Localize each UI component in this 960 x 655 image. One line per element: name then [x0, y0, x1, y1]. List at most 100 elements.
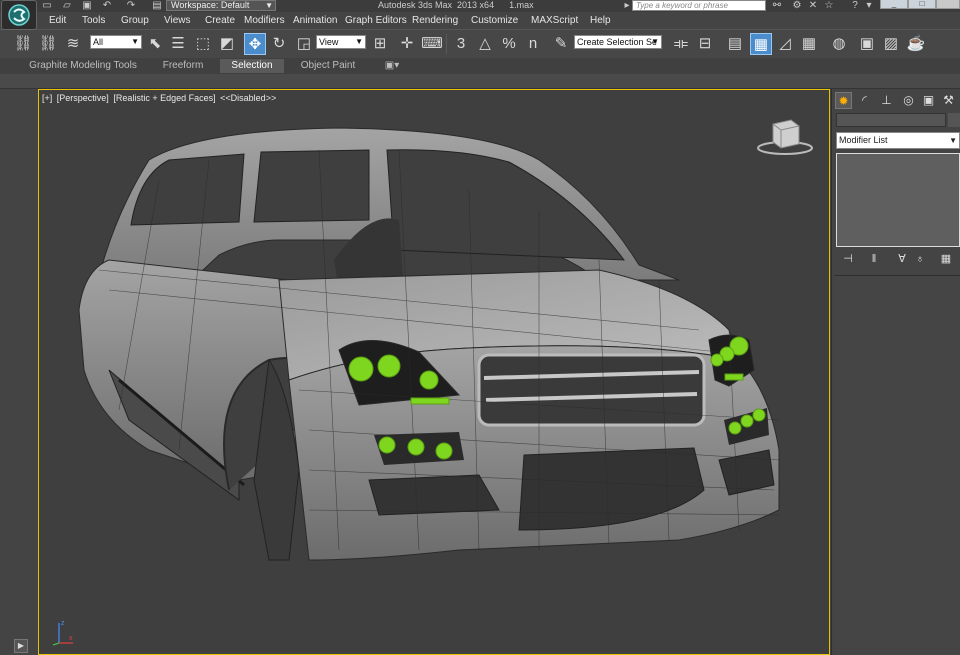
viewcube[interactable]	[757, 116, 813, 159]
undo-icon[interactable]: ↶	[100, 0, 114, 11]
select-and-rotate-icon[interactable]: ↻	[268, 33, 290, 55]
favorites-star-icon[interactable]: ☆	[822, 0, 836, 11]
menu-animation[interactable]: Animation	[293, 14, 337, 27]
menu-maxscript[interactable]: MAXScript	[531, 14, 578, 27]
percent-snap-icon[interactable]: %	[498, 33, 520, 55]
pivot-center-icon[interactable]: ⊞	[369, 33, 391, 55]
motion-tab-icon[interactable]: ◎	[900, 92, 917, 109]
viewport-disabled-label: <<Disabled>>	[220, 93, 277, 103]
main-toolbar: ⛓ ⛓ ≋ All ▼ ⬉ ☰ ⬚ ◩ ✥ ↻ ◲ View ▼ ⊞ ✛ ⌨ 3…	[0, 29, 960, 58]
menu-customize[interactable]: Customize	[471, 14, 518, 27]
project-folder-icon[interactable]: ▤	[150, 0, 164, 11]
snaps-toggle-icon[interactable]: 3	[450, 33, 472, 55]
app-logo[interactable]	[1, 0, 37, 30]
select-object-icon[interactable]: ⬉	[144, 33, 166, 55]
axis-tripod: z x	[45, 617, 75, 650]
reference-coordinate-value: View	[319, 37, 339, 47]
tab-graphite-modeling-tools[interactable]: Graphite Modeling Tools	[20, 59, 146, 73]
perspective-viewport[interactable]: [+] [Perspective] [Realistic + Edged Fac…	[38, 89, 830, 655]
display-tab-icon[interactable]: ▣	[920, 92, 937, 109]
search-input[interactable]: Type a keyword or phrase	[632, 0, 766, 11]
menu-rendering[interactable]: Rendering	[412, 14, 458, 27]
ribbon-tabs: Graphite Modeling Tools Freeform Selecti…	[0, 58, 960, 74]
chevron-down-icon: ▼	[651, 37, 659, 46]
viewport-label[interactable]: [+] [Perspective] [Realistic + Edged Fac…	[42, 93, 278, 103]
modify-tab-icon[interactable]: ◜	[856, 92, 873, 109]
menu-modifiers[interactable]: Modifiers	[244, 14, 285, 27]
menu-edit[interactable]: Edit	[49, 14, 66, 27]
remove-modifier-icon[interactable]: ♁	[912, 251, 928, 267]
menu-graph-editors[interactable]: Graph Editors	[345, 14, 407, 27]
align-icon[interactable]: ⊟	[694, 33, 716, 55]
menu-create[interactable]: Create	[205, 14, 235, 27]
select-and-scale-icon[interactable]: ◲	[293, 33, 315, 55]
menu-views[interactable]: Views	[164, 14, 191, 27]
help-dropdown-icon[interactable]: ▾	[862, 0, 876, 11]
edit-named-selection-icon[interactable]: ✎	[550, 33, 572, 55]
create-tab-icon[interactable]: ✹	[835, 92, 852, 109]
layer-manager-icon[interactable]: ▤	[724, 33, 746, 55]
menu-tools[interactable]: Tools	[82, 14, 105, 27]
select-and-link-icon[interactable]: ⛓	[12, 33, 34, 55]
time-slider-toggle-button[interactable]: ▶	[14, 639, 28, 653]
axis-z-label: z	[61, 620, 65, 627]
select-and-move-icon[interactable]: ✥	[244, 33, 266, 55]
unlink-selection-icon[interactable]: ⛓	[37, 33, 59, 55]
hierarchy-tab-icon[interactable]: ⊥	[878, 92, 895, 109]
angle-snap-icon[interactable]: △	[474, 33, 496, 55]
selection-filter-select[interactable]: All ▼	[90, 35, 142, 49]
modifier-stack-list[interactable]	[836, 153, 960, 247]
object-color-swatch[interactable]	[948, 113, 960, 127]
modifier-list-label: Modifier List	[839, 135, 888, 145]
bind-to-space-warp-icon[interactable]: ≋	[62, 33, 84, 55]
title-bar: ▭ ▱ ▣ ↶ ↷ ▤ Workspace: Default ▼ Autodes…	[0, 0, 960, 12]
modifier-list-select[interactable]: Modifier List ▼	[836, 132, 960, 149]
utilities-tab-icon[interactable]: ⚒	[940, 92, 957, 109]
rendered-frame-window-icon[interactable]: ▨	[880, 33, 902, 55]
select-manipulate-icon[interactable]: ✛	[396, 33, 418, 55]
workspace-selector[interactable]: Workspace: Default ▼	[166, 0, 276, 11]
redo-icon[interactable]: ↷	[124, 0, 138, 11]
tab-freeform[interactable]: Freeform	[150, 59, 216, 73]
viewport-shading-menu[interactable]: [Realistic + Edged Faces]	[113, 93, 215, 103]
reference-coordinate-select[interactable]: View ▼	[316, 35, 366, 49]
help-icon[interactable]: ?	[848, 0, 862, 11]
pin-stack-icon[interactable]: ⊣	[840, 251, 856, 267]
tab-object-paint[interactable]: Object Paint	[288, 59, 368, 73]
configure-modifier-sets-icon[interactable]: ▦	[938, 251, 954, 267]
spinner-snap-icon[interactable]: n	[522, 33, 544, 55]
curve-editor-icon[interactable]: ◿	[774, 33, 796, 55]
material-editor-icon[interactable]: ◍	[828, 33, 850, 55]
rectangular-selection-icon[interactable]: ⬚	[192, 33, 214, 55]
close-button[interactable]	[936, 0, 960, 9]
viewport-menu[interactable]: [+]	[42, 93, 52, 103]
chevron-down-icon: ▼	[131, 37, 139, 46]
render-production-icon[interactable]: ☕	[905, 33, 927, 55]
communication-icon[interactable]: ✕	[806, 0, 820, 11]
binoculars-icon[interactable]: ⚯	[770, 0, 784, 11]
viewport-view-menu[interactable]: [Perspective]	[57, 93, 109, 103]
object-name-input[interactable]	[836, 113, 946, 127]
schematic-view-icon[interactable]: ▦	[798, 33, 820, 55]
menu-help[interactable]: Help	[590, 14, 611, 27]
maximize-button[interactable]: □	[908, 0, 936, 9]
render-setup-icon[interactable]: ▣	[856, 33, 878, 55]
tab-selection[interactable]: Selection	[220, 59, 284, 73]
ribbon-options-icon[interactable]: ▣▾	[380, 59, 404, 73]
new-file-icon[interactable]: ▭	[40, 0, 54, 11]
make-unique-icon[interactable]: ∀	[894, 251, 910, 267]
keyboard-shortcut-override-icon[interactable]: ⌨	[421, 33, 443, 55]
menu-group[interactable]: Group	[121, 14, 149, 27]
minimize-button[interactable]: _	[880, 0, 908, 9]
graphite-toggle-icon[interactable]: ▦	[750, 33, 772, 55]
subscription-icon[interactable]: ⚙	[790, 0, 804, 11]
ribbon-panel	[0, 74, 960, 89]
window-crossing-icon[interactable]: ◩	[216, 33, 238, 55]
select-by-name-icon[interactable]: ☰	[167, 33, 189, 55]
named-selection-sets-select[interactable]: Create Selection Se ▼	[574, 35, 662, 49]
save-file-icon[interactable]: ▣	[80, 0, 94, 11]
toolbar-separator	[446, 34, 447, 54]
mirror-icon[interactable]: ⟚	[670, 33, 692, 55]
show-end-result-icon[interactable]: ‖	[866, 251, 882, 267]
open-file-icon[interactable]: ▱	[60, 0, 74, 11]
